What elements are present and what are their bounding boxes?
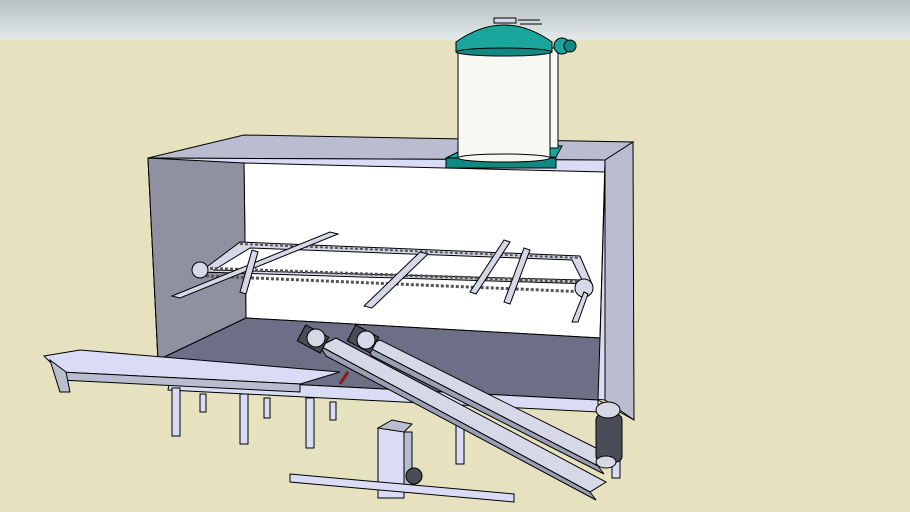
model-scene [0, 0, 910, 512]
storage-tank [445, 17, 577, 169]
sky [0, 0, 910, 40]
drive-motor [595, 401, 623, 469]
3d-model-viewport[interactable] [0, 0, 910, 512]
